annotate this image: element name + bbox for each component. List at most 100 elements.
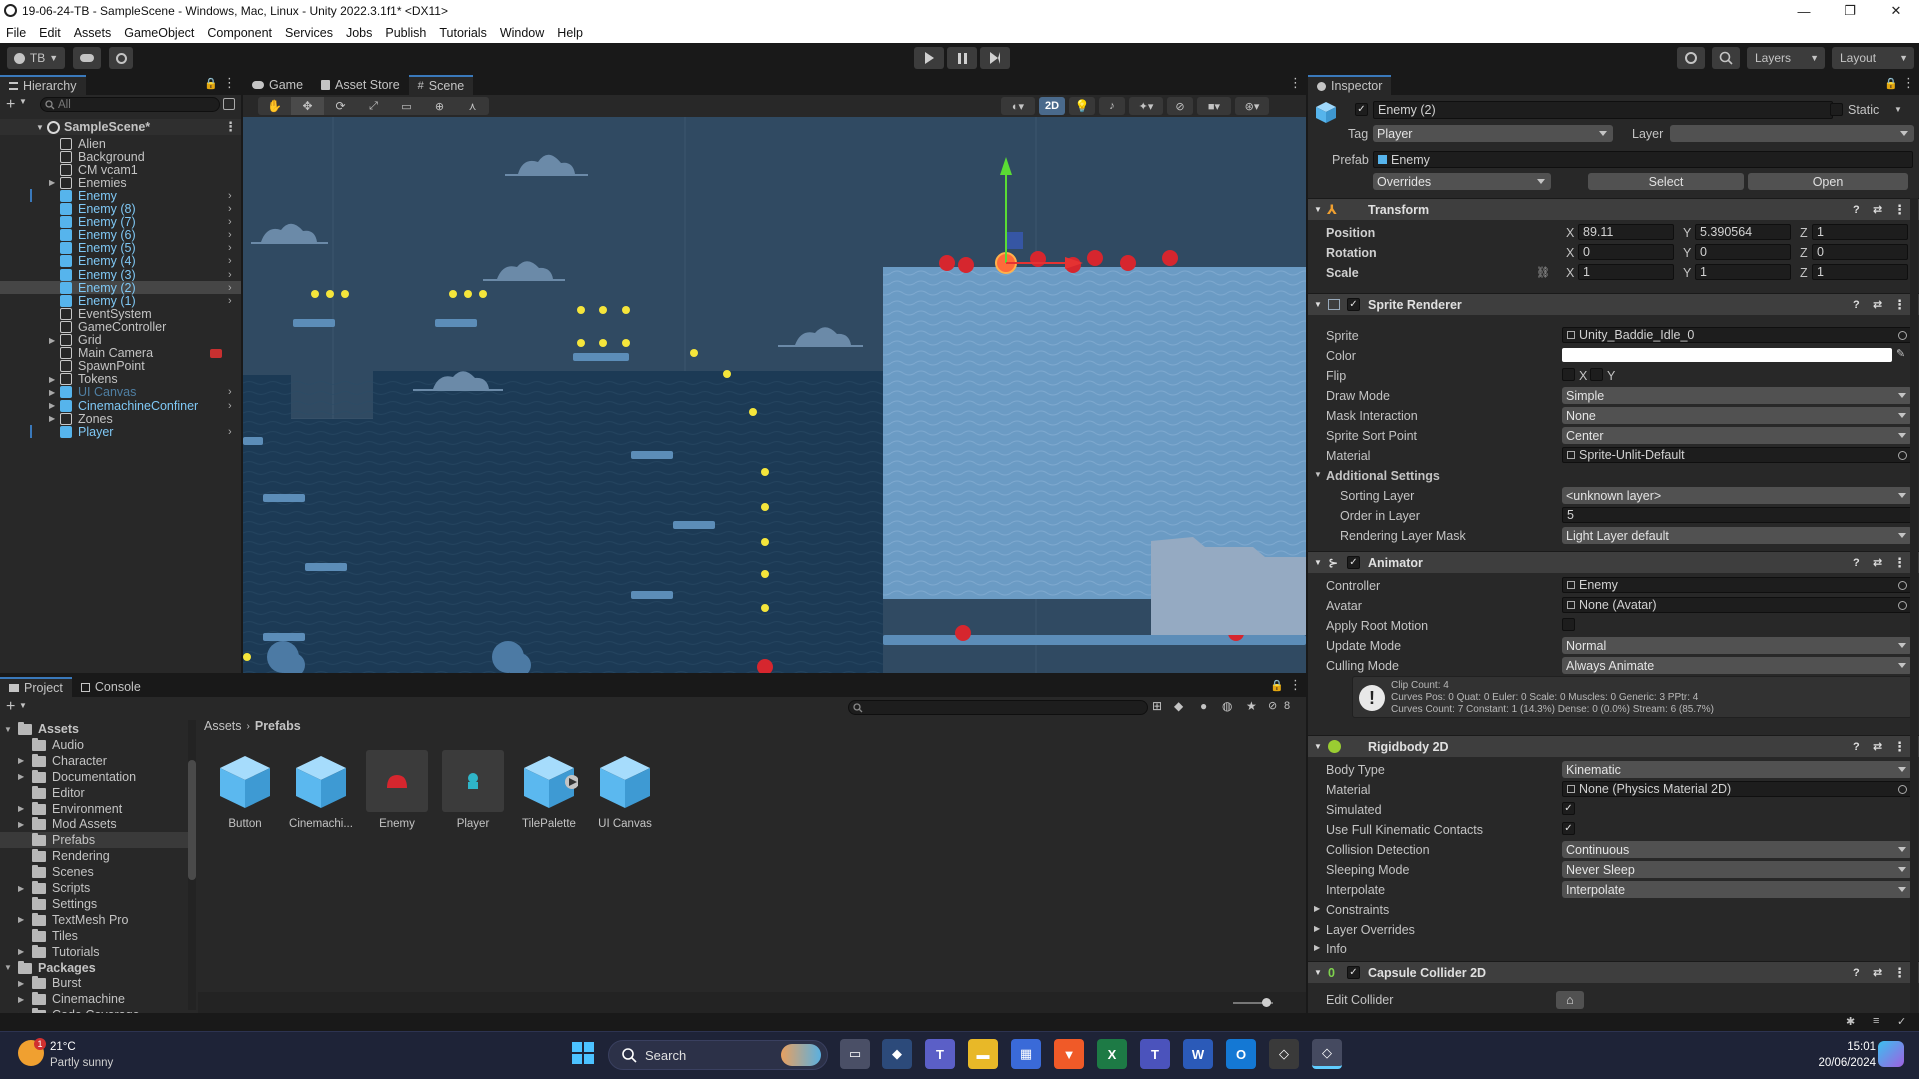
project-folder-item[interactable]: Settings: [0, 896, 190, 912]
avatar-object-field[interactable]: None (Avatar): [1562, 597, 1912, 613]
project-folder-item[interactable]: ▶ Tutorials: [0, 944, 190, 960]
transform-tool-icon[interactable]: ⊕: [423, 97, 456, 115]
menu-edit[interactable]: Edit: [39, 26, 61, 40]
rendering-layer-mask-dropdown[interactable]: Light Layer default: [1562, 527, 1912, 544]
hierarchy-item[interactable]: Enemy (2) ›: [0, 281, 241, 295]
hierarchy-item[interactable]: Enemy (6) ›: [0, 228, 241, 242]
chevron-down-icon[interactable]: ▼: [19, 97, 27, 106]
rigidbody-header[interactable]: ▼ Rigidbody 2D ? ⇄ ⋮: [1308, 735, 1919, 757]
kebab-menu-icon[interactable]: ⋮: [1893, 202, 1906, 218]
foldout-closed-icon[interactable]: ▶: [18, 947, 24, 956]
custom-tool-icon[interactable]: ⋏: [456, 97, 489, 115]
foldout-closed-icon[interactable]: ▶: [18, 995, 24, 1004]
menu-services[interactable]: Services: [285, 26, 333, 40]
hierarchy-item[interactable]: Enemy (1) ›: [0, 294, 241, 308]
tab-hierarchy[interactable]: Hierarchy: [0, 75, 86, 95]
hierarchy-item[interactable]: ▶ CinemachineConfiner ›: [0, 399, 241, 413]
project-folder-item[interactable]: ▶ Burst: [0, 975, 190, 991]
rotate-tool-icon[interactable]: ⟳: [324, 97, 357, 115]
foldout-open-icon[interactable]: ▼: [1314, 742, 1322, 751]
pause-button[interactable]: [947, 47, 977, 69]
foldout-closed-icon[interactable]: ▶: [18, 979, 24, 988]
hierarchy-item[interactable]: Enemy ›: [0, 189, 241, 203]
taskbar-search-box[interactable]: Search: [608, 1040, 828, 1070]
scene-viewport[interactable]: [243, 117, 1306, 673]
hierarchy-item[interactable]: Enemy (8) ›: [0, 202, 241, 216]
hierarchy-item[interactable]: Main Camera: [0, 346, 241, 360]
prefab-asset-field[interactable]: Enemy: [1373, 151, 1913, 168]
search-by-label-icon[interactable]: ◆: [1174, 699, 1183, 713]
hierarchy-item[interactable]: CM vcam1: [0, 163, 241, 177]
search-by-type-icon[interactable]: ⊞: [1152, 699, 1162, 713]
body-type-dropdown[interactable]: Kinematic: [1562, 761, 1912, 778]
hierarchy-item[interactable]: Background: [0, 150, 241, 164]
kebab-menu-icon[interactable]: ⋮: [224, 119, 237, 135]
rb-material-object-field[interactable]: None (Physics Material 2D): [1562, 781, 1912, 797]
position-x-field[interactable]: 89.11: [1578, 224, 1674, 240]
rotation-y-field[interactable]: 0: [1695, 244, 1791, 260]
chevron-right-icon[interactable]: ›: [228, 203, 232, 215]
object-picker-icon[interactable]: [1898, 580, 1907, 590]
step-button[interactable]: [980, 47, 1010, 69]
project-folder-item[interactable]: Audio: [0, 737, 190, 753]
davinci-icon[interactable]: ◆: [882, 1039, 912, 1069]
file-explorer-icon[interactable]: ▬: [968, 1039, 998, 1069]
breadcrumb-assets[interactable]: Assets: [204, 719, 242, 733]
foldout-closed-icon[interactable]: ▶: [1314, 904, 1320, 913]
menu-tutorials[interactable]: Tutorials: [439, 26, 486, 40]
asset-item[interactable]: Cinemachi...: [286, 750, 356, 830]
scene-root-item[interactable]: ▼ SampleScene* ⋮: [0, 119, 241, 135]
kebab-menu-icon[interactable]: ⋮: [1893, 555, 1906, 571]
foldout-open-icon[interactable]: ▼: [1314, 968, 1322, 977]
camera-settings-icon[interactable]: ■▾: [1197, 97, 1231, 115]
project-folder-item[interactable]: Prefabs: [0, 832, 190, 849]
scale-x-field[interactable]: 1: [1578, 264, 1674, 280]
lock-icon[interactable]: 🔒: [204, 77, 218, 90]
help-icon[interactable]: ?: [1853, 204, 1860, 216]
hidden-objects-icon[interactable]: ⊘: [1167, 97, 1193, 115]
hierarchy-item[interactable]: EventSystem: [0, 307, 241, 321]
hierarchy-item[interactable]: Alien: [0, 137, 241, 151]
collab-button[interactable]: [109, 47, 133, 69]
scene-render[interactable]: [243, 117, 1306, 673]
asset-item[interactable]: Button: [210, 750, 280, 830]
mask-interaction-dropdown[interactable]: None: [1562, 407, 1912, 424]
chevron-down-icon[interactable]: ▼: [1894, 105, 1902, 114]
start-button[interactable]: [572, 1042, 594, 1064]
sorting-layer-dropdown[interactable]: <unknown layer>: [1562, 487, 1912, 504]
shading-mode-icon[interactable]: ◐▾: [1001, 97, 1035, 115]
preset-icon[interactable]: ⇄: [1873, 203, 1882, 216]
chevron-right-icon[interactable]: ›: [228, 255, 232, 267]
asset-item[interactable]: TilePalette: [514, 750, 584, 830]
chevron-right-icon[interactable]: ›: [228, 295, 232, 307]
tab-scene[interactable]: # Scene: [408, 75, 474, 95]
component-enabled-checkbox[interactable]: ✓: [1347, 556, 1360, 569]
object-active-checkbox[interactable]: ✓: [1355, 103, 1368, 116]
foldout-closed-icon[interactable]: ▶: [18, 820, 24, 829]
help-icon[interactable]: ?: [1853, 967, 1860, 979]
sleeping-mode-dropdown[interactable]: Never Sleep: [1562, 861, 1912, 878]
object-picker-icon[interactable]: [1898, 600, 1907, 610]
chevron-right-icon[interactable]: ›: [228, 190, 232, 202]
object-picker-icon[interactable]: [1898, 784, 1907, 794]
asset-item[interactable]: Enemy: [362, 750, 432, 830]
project-folder-item[interactable]: Scenes: [0, 864, 190, 880]
project-folder-item[interactable]: ▶ Environment: [0, 801, 190, 817]
rotation-x-field[interactable]: 0: [1578, 244, 1674, 260]
chevron-right-icon[interactable]: ›: [228, 386, 232, 398]
sprite-renderer-header[interactable]: ▼ ✓ Sprite Renderer ? ⇄ ⋮: [1308, 293, 1919, 315]
scale-z-field[interactable]: 1: [1812, 264, 1908, 280]
foldout-closed-icon[interactable]: ▶: [18, 884, 24, 893]
mode-2d-toggle[interactable]: 2D: [1039, 97, 1065, 115]
preset-icon[interactable]: ⇄: [1873, 556, 1882, 569]
full-kinematic-contacts-checkbox[interactable]: ✓: [1562, 822, 1575, 835]
menu-jobs[interactable]: Jobs: [346, 26, 372, 40]
stack-icon[interactable]: ≡: [1873, 1015, 1879, 1027]
word-icon[interactable]: W: [1183, 1039, 1213, 1069]
close-button[interactable]: ✕: [1873, 0, 1919, 22]
object-picker-icon[interactable]: [1898, 330, 1907, 340]
tag-dropdown[interactable]: Player: [1373, 125, 1613, 142]
tab-asset-store[interactable]: Asset Store: [312, 75, 409, 95]
menu-help[interactable]: Help: [557, 26, 583, 40]
add-icon[interactable]: +: [6, 96, 15, 114]
